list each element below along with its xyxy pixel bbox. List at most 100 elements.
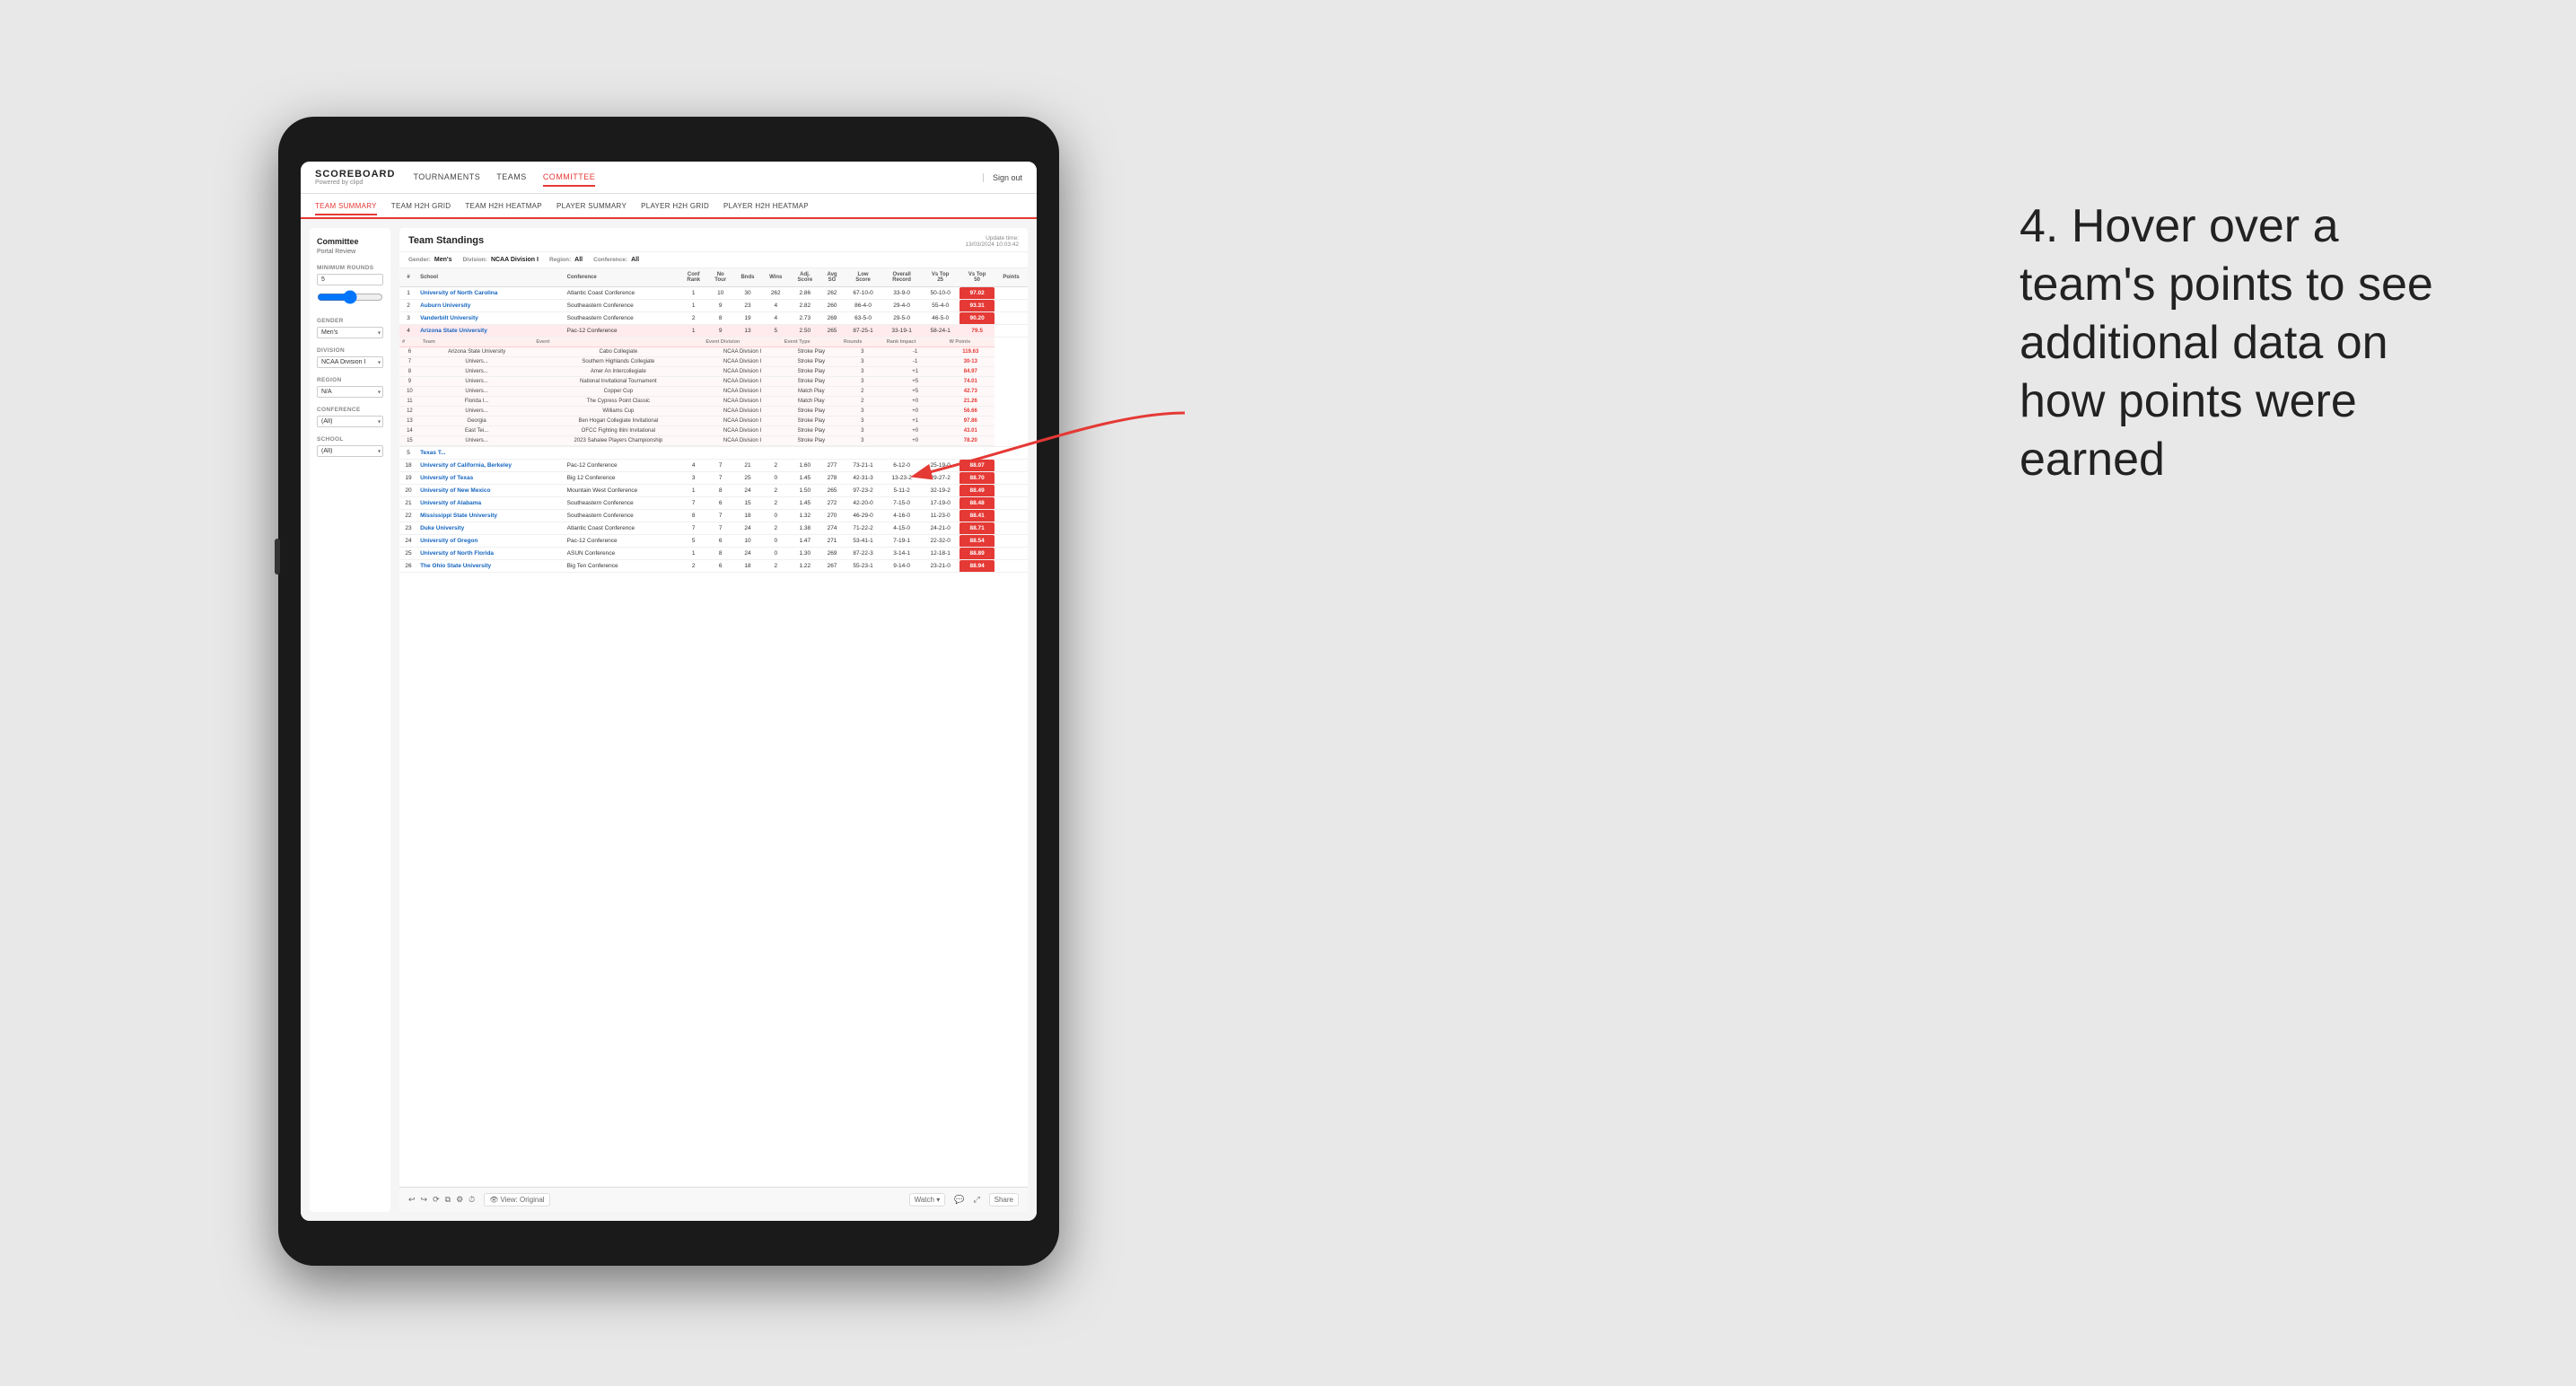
school-select[interactable]: (All): [317, 445, 383, 457]
overall-4: 33-19-1: [882, 325, 921, 338]
conference-select[interactable]: (All): [317, 416, 383, 427]
undo-icon[interactable]: ↩: [408, 1195, 416, 1205]
refresh-icon[interactable]: ⟳: [433, 1195, 440, 1205]
copy-icon[interactable]: ⧉: [445, 1195, 451, 1205]
top25-5: [921, 447, 959, 460]
school-select-wrapper: (All): [317, 445, 383, 457]
table-header-row: # School Conference ConfRank NoTour Bnds…: [399, 268, 1028, 287]
school-4[interactable]: Arizona State University: [417, 325, 565, 338]
wins-1: 262: [762, 287, 790, 300]
table-wrapper: # School Conference ConfRank NoTour Bnds…: [399, 268, 1028, 1187]
points-24[interactable]: 88.54: [959, 535, 994, 548]
settings-icon[interactable]: ⚙: [456, 1195, 463, 1205]
rank-22: 22: [399, 510, 417, 522]
clock-icon[interactable]: ⏱: [469, 1195, 475, 1205]
nav-tournaments[interactable]: TOURNAMENTS: [413, 169, 480, 187]
update-time-label: Update time:: [986, 235, 1019, 241]
points-1[interactable]: 97.02: [959, 287, 994, 300]
subnav-team-summary[interactable]: TEAM SUMMARY: [315, 198, 377, 215]
tooltip-data-row: 8 Univers... Amer An Intercollegiate NCA…: [399, 367, 994, 377]
table-row: 23 Duke University Atlantic Coast Confer…: [399, 522, 1028, 535]
tt-type-4: Match Play: [782, 387, 841, 397]
school-23[interactable]: Duke University: [417, 522, 565, 535]
points-23[interactable]: 88.71: [959, 522, 994, 535]
comment-icon[interactable]: 💬: [954, 1195, 964, 1205]
school-5[interactable]: Texas T...: [417, 447, 565, 460]
sign-out-link[interactable]: Sign out: [983, 173, 1022, 182]
tablet-side-button[interactable]: [275, 539, 280, 575]
min-rounds-slider[interactable]: [317, 287, 383, 307]
col-conference: Conference: [565, 268, 679, 287]
nt-22: 7: [707, 510, 733, 522]
tooltip-row: # Team Event Event Division Event Type R…: [399, 338, 1028, 447]
conf-23: Atlantic Coast Conference: [565, 522, 679, 535]
tt-division-6: NCAA Division I: [703, 407, 781, 417]
no-tour-3: 8: [707, 312, 733, 325]
region-select[interactable]: N/A Northeast Southeast Midwest West: [317, 386, 383, 398]
points-2[interactable]: 93.31: [959, 300, 994, 312]
school-21[interactable]: University of Alabama: [417, 497, 565, 510]
as-21: 1.45: [790, 497, 820, 510]
view-original-button[interactable]: 👁 View: Original: [484, 1193, 549, 1206]
tt-rank-1: 7: [399, 357, 420, 367]
adj-4: 2.50: [790, 325, 820, 338]
watch-button[interactable]: Watch ▾: [909, 1193, 946, 1206]
nav-teams[interactable]: TEAMS: [496, 169, 527, 187]
points-18[interactable]: 88.07: [959, 460, 994, 472]
points-25[interactable]: 88.89: [959, 548, 994, 560]
w-22: 0: [762, 510, 790, 522]
points-3[interactable]: 90.20: [959, 312, 994, 325]
redo-icon[interactable]: ↪: [421, 1195, 428, 1205]
school-1[interactable]: University of North Carolina: [417, 287, 565, 300]
points-4[interactable]: 79.5: [959, 325, 994, 338]
view-label: View: Original: [500, 1196, 544, 1204]
school-26[interactable]: The Ohio State University: [417, 560, 565, 573]
school-18[interactable]: University of California, Berkeley: [417, 460, 565, 472]
nt-25: 8: [707, 548, 733, 560]
update-time-value: 13/03/2024 10:03:42: [965, 241, 1019, 248]
share-button[interactable]: Share: [989, 1193, 1019, 1206]
subnav-team-h2h-grid[interactable]: TEAM H2H GRID: [391, 198, 451, 214]
tt-rounds-8: 3: [841, 426, 884, 436]
subnav-player-h2h-grid[interactable]: PLAYER H2H GRID: [641, 198, 709, 214]
sg-18: 277: [820, 460, 844, 472]
points-19[interactable]: 88.70: [959, 472, 994, 485]
school-25[interactable]: University of North Florida: [417, 548, 565, 560]
division-select[interactable]: NCAA Division I NCAA Division II NCAA Di…: [317, 356, 383, 368]
col-wins: Wins: [762, 268, 790, 287]
bnds-1: 30: [733, 287, 762, 300]
subnav-player-h2h-heatmap[interactable]: PLAYER H2H HEATMAP: [723, 198, 809, 214]
ov-21: 7-15-0: [882, 497, 921, 510]
tooltip-data-row: 9 Univers... National Invitational Tourn…: [399, 377, 994, 387]
school-3[interactable]: Vanderbilt University: [417, 312, 565, 325]
min-rounds-input[interactable]: [317, 274, 383, 285]
points-22[interactable]: 88.41: [959, 510, 994, 522]
conf-rank-1: 1: [679, 287, 707, 300]
school-24[interactable]: University of Oregon: [417, 535, 565, 548]
col-adj-score: Adj.Score: [790, 268, 820, 287]
overall-2: 29-4-0: [882, 300, 921, 312]
points-21[interactable]: 88.48: [959, 497, 994, 510]
col-vs-top50: Vs Top50: [959, 268, 994, 287]
school-22[interactable]: Mississippi State University: [417, 510, 565, 522]
school-20[interactable]: University of New Mexico: [417, 485, 565, 497]
t25-20: 32-19-2: [921, 485, 959, 497]
gender-select[interactable]: Men's Women's: [317, 327, 383, 338]
ls-20: 97-23-2: [844, 485, 882, 497]
points-5[interactable]: [959, 447, 994, 460]
sg-1: 262: [820, 287, 844, 300]
right-panel: Team Standings Update time: 13/03/2024 1…: [399, 228, 1028, 1212]
nav-committee[interactable]: COMMITTEE: [543, 169, 596, 187]
nt-26: 6: [707, 560, 733, 573]
subnav-player-summary[interactable]: PLAYER SUMMARY: [556, 198, 626, 214]
adj-5: [790, 447, 820, 460]
resize-icon[interactable]: ⤢: [973, 1195, 979, 1205]
subnav-team-h2h-heatmap[interactable]: TEAM H2H HEATMAP: [465, 198, 542, 214]
points-20[interactable]: 88.49: [959, 485, 994, 497]
points-26[interactable]: 88.94: [959, 560, 994, 573]
school-2[interactable]: Auburn University: [417, 300, 565, 312]
tt-rank-impact-1: -1: [884, 357, 947, 367]
gender-select-wrapper: Men's Women's: [317, 327, 383, 338]
tt-rank-2: 8: [399, 367, 420, 377]
school-19[interactable]: University of Texas: [417, 472, 565, 485]
